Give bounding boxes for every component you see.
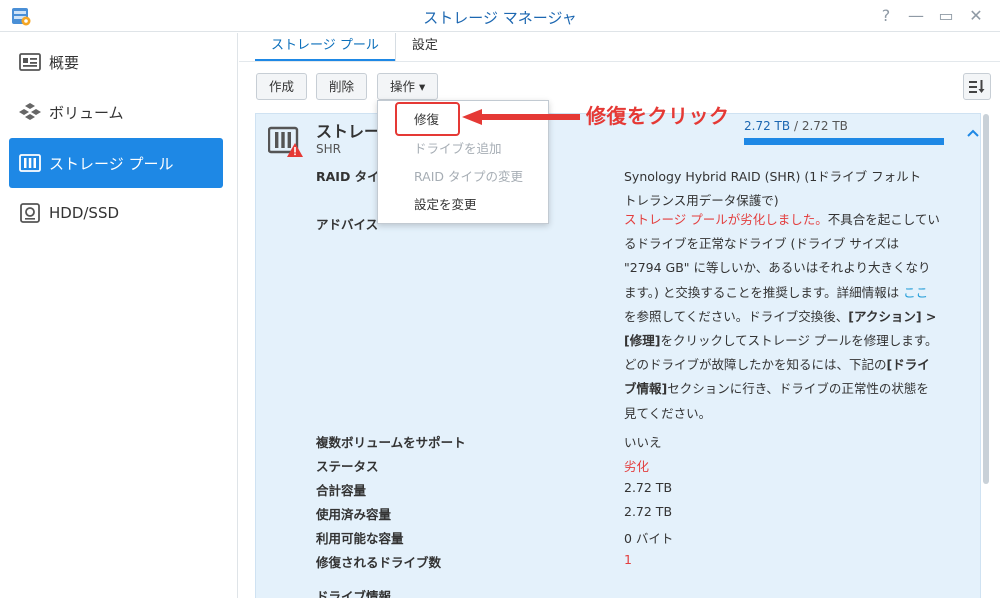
delete-button[interactable]: 削除 [316,73,368,100]
menu-item-add-drive: ドライブを追加 [414,141,502,156]
available-capacity-value: 0 バイト [624,531,674,546]
sidebar-item-label: 概要 [49,53,80,72]
advice-bold: ブ情報] [624,381,668,397]
status-value: 劣化 [624,459,650,474]
sidebar-item-label: ストレージ プール [49,154,174,173]
title-bar: ストレージ マネージャ ? — ▭ ✕ [0,0,1000,32]
capacity-total: 2.72 TB [801,119,848,133]
action-button[interactable]: 操作 ▾ [377,73,439,100]
advice-line: るドライブを正常なドライブ (ドライブ サイズは [624,236,899,252]
storage-pool-panel: ストレー SHR 2.72 TB / 2.72 TB RAID タイ Synol… [255,113,981,598]
menu-item-change-settings[interactable]: 設定を変更 [378,192,548,218]
close-button[interactable]: ✕ [964,4,988,28]
sort-icon [969,79,985,93]
tab-divider [239,61,1000,62]
sidebar-item-overview[interactable]: 概要 [9,37,223,87]
raid-type-label: RAID タイ [316,169,380,184]
drives-to-repair-label: 修復されるドライブ数 [316,555,442,570]
multi-volume-value: いいえ [624,435,662,450]
status-label: ステータス [316,459,379,474]
used-capacity-value: 2.72 TB [624,504,673,519]
advice-line: "2794 GB" に等しいか、あるいはそれより大きくなり [624,260,931,276]
volume-icon [19,101,41,123]
capacity-bar [744,138,944,145]
drives-to-repair-value: 1 [624,552,632,567]
used-capacity-label: 使用済み容量 [316,507,392,522]
pool-type: SHR [316,142,341,156]
advice-line: 不具合を起こしてい [827,212,940,227]
scrollbar[interactable] [983,114,989,484]
tab-settings[interactable]: 設定 [394,33,454,61]
pool-name: ストレー [316,122,381,141]
total-capacity-value: 2.72 TB [624,480,673,495]
total-capacity-label: 合計容量 [316,483,367,498]
sidebar-item-hdd-ssd[interactable]: HDD/SSD [9,188,223,238]
capacity-used: 2.72 TB [744,119,791,133]
advice-line: ます。) と交換することを推奨します。詳細情報は [624,284,904,300]
raid-type-value-1: Synology Hybrid RAID (SHR) (1ドライブ フォルト [624,169,922,184]
advice-line: どのドライブが故障したかを知るには、下記の [624,357,887,373]
annotation-text: 修復をクリック [586,104,730,128]
sidebar-item-label: ボリューム [49,103,124,122]
advice-line: 見てください。 [624,405,712,421]
create-button[interactable]: 作成 [256,73,308,100]
menu-item-change-raid-type: RAID タイプの変更 [414,169,524,184]
repair-highlight-box [395,102,460,136]
overview-icon [19,51,41,73]
chevron-up-icon[interactable] [966,126,980,140]
tab-bar: ストレージ プール 設定 [255,33,454,63]
sidebar-item-volume[interactable]: ボリューム [9,87,223,137]
minimize-button[interactable]: — [904,4,928,28]
raid-type-value-2: トレランス用データ保護で) [624,193,779,208]
advice-line: を参照してください。ドライブ交換後、 [624,308,849,324]
advice-text: ストレージ プールが劣化しました。不具合を起こしてい るドライブを正常なドライブ… [624,208,944,426]
details-link[interactable]: ここ [903,285,928,300]
sidebar-item-label: HDD/SSD [49,204,120,222]
maximize-button[interactable]: ▭ [934,4,958,28]
sidebar-item-storage-pool[interactable]: ストレージ プール [9,138,223,188]
sidebar: 概要 ボリューム ストレージ プール HDD/SSD [0,33,238,598]
advice-bold: [ドライ [886,357,930,373]
sort-button[interactable] [963,73,991,100]
multi-volume-label: 複数ボリュームをサポート [316,435,466,450]
hdd-icon [19,202,41,224]
advice-warning: ストレージ プールが劣化しました。 [624,212,828,227]
advice-label: アドバイス [316,217,379,232]
storage-pool-warning-icon [268,126,303,157]
advice-bold: [修理] [624,333,661,349]
tab-storage-pool[interactable]: ストレージ プール [255,33,395,61]
capacity-separator: / [793,119,798,133]
help-button[interactable]: ? [874,4,898,28]
capacity-text: 2.72 TB / 2.72 TB [744,119,848,133]
annotation-arrow-icon [462,109,580,125]
available-capacity-label: 利用可能な容量 [316,531,404,546]
advice-bold: [アクション] > [848,308,937,324]
window-title: ストレージ マネージャ [423,9,577,27]
advice-line: セクションに行き、ドライブの正常性の状態を [667,381,929,397]
storage-pool-icon [19,152,41,174]
advice-line: をクリックしてストレージ プールを修理します。 [660,333,938,349]
drive-info-heading: ドライブ情報 [316,589,392,598]
